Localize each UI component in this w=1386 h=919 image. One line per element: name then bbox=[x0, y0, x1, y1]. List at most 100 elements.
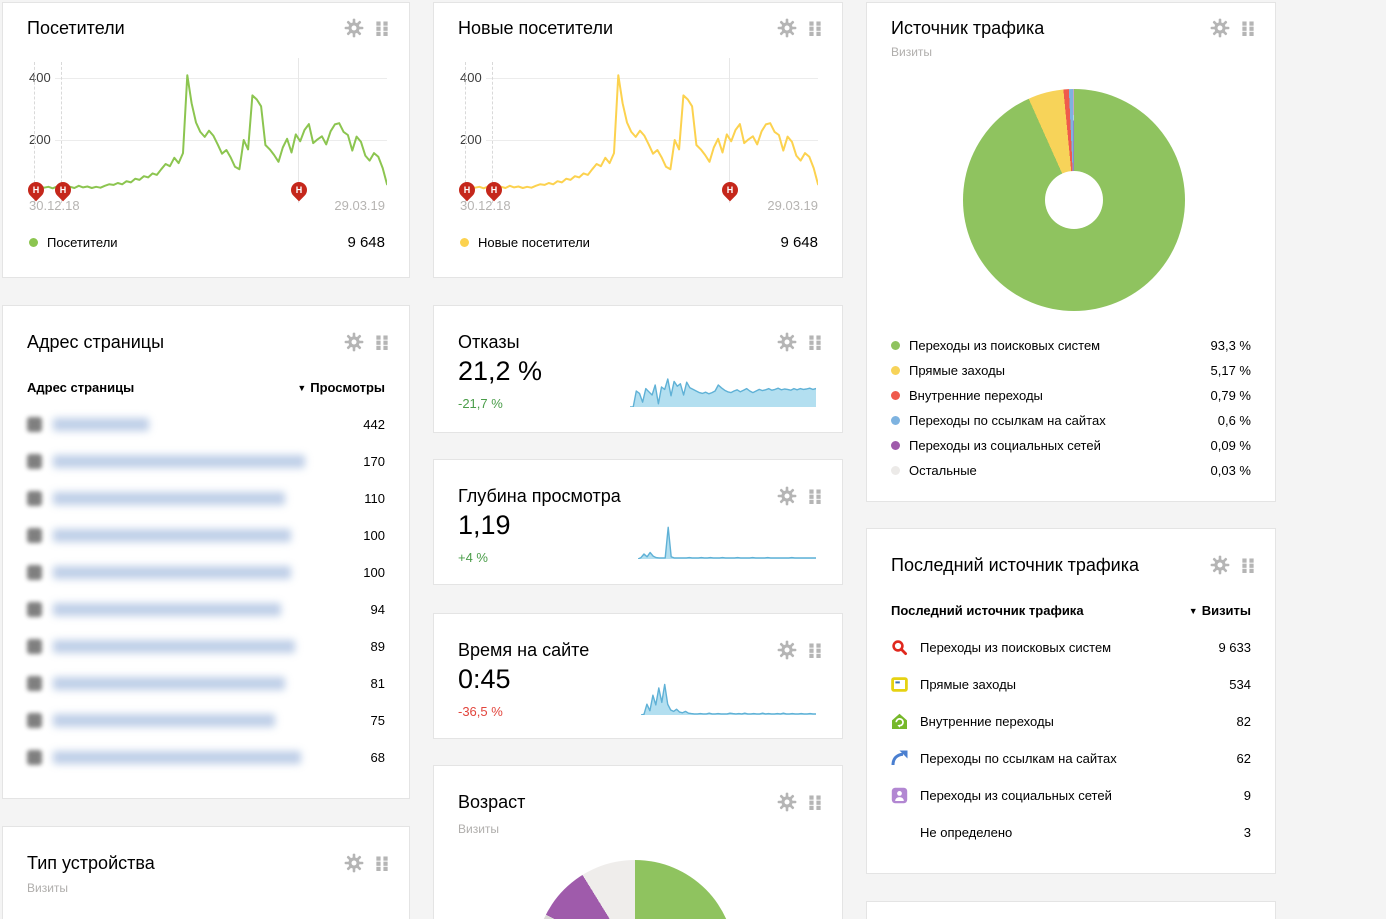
new-visitors-line-series bbox=[462, 74, 818, 190]
gear-icon[interactable] bbox=[344, 332, 364, 352]
page-url-link-blurred[interactable] bbox=[53, 714, 275, 727]
chart-legend[interactable]: Новые посетители 9 648 bbox=[460, 234, 818, 251]
x-axis-start: 30.12.18 bbox=[29, 198, 80, 213]
line-chart bbox=[462, 58, 818, 203]
column-url[interactable]: Адрес страницы bbox=[27, 380, 134, 395]
line-chart bbox=[31, 58, 387, 203]
legend-value: 0,79 % bbox=[1210, 388, 1251, 403]
table-row[interactable]: 100 bbox=[27, 554, 385, 591]
page-url-link-blurred[interactable] bbox=[53, 455, 305, 468]
page-url-link-blurred[interactable] bbox=[53, 603, 281, 616]
time-sparkline-series bbox=[641, 683, 816, 715]
legend-item[interactable]: Переходы из поисковых систем 93,3 % bbox=[891, 333, 1251, 358]
age-pie-chart[interactable] bbox=[535, 860, 735, 919]
expand-icon[interactable] bbox=[27, 565, 42, 580]
page-url-link-blurred[interactable] bbox=[53, 677, 285, 690]
source-label[interactable]: Прямые заходы bbox=[920, 677, 1016, 692]
table-row[interactable]: 442 bbox=[27, 406, 385, 443]
source-label[interactable]: Внутренние переходы bbox=[920, 714, 1054, 729]
expand-icon[interactable] bbox=[27, 676, 42, 691]
table-row[interactable]: 75 bbox=[27, 702, 385, 739]
traffic-source-donut-chart[interactable] bbox=[963, 89, 1185, 311]
table-row[interactable]: Внутренние переходы 82 bbox=[891, 703, 1251, 740]
table-row[interactable]: 68 bbox=[27, 739, 385, 776]
source-label[interactable]: Не определено bbox=[920, 825, 1012, 840]
legend-label: Переходы по ссылкам на сайтах bbox=[909, 413, 1106, 428]
legend-item[interactable]: Внутренние переходы 0,79 % bbox=[891, 383, 1251, 408]
page-url-link-blurred[interactable] bbox=[53, 640, 295, 653]
expand-icon[interactable] bbox=[27, 750, 42, 765]
drag-handle-icon[interactable] bbox=[808, 488, 822, 504]
chart-legend[interactable]: Посетители 9 648 bbox=[29, 234, 385, 251]
drag-handle-icon[interactable] bbox=[1241, 20, 1255, 36]
source-label[interactable]: Переходы из поисковых систем bbox=[920, 640, 1111, 655]
drag-handle-icon[interactable] bbox=[375, 334, 389, 350]
legend-total: 9 648 bbox=[347, 234, 385, 251]
table-row[interactable]: 81 bbox=[27, 665, 385, 702]
widget-actions bbox=[1210, 18, 1255, 38]
drag-handle-icon[interactable] bbox=[808, 794, 822, 810]
table-row[interactable]: Не определено 3 bbox=[891, 814, 1251, 851]
page-url-link-blurred[interactable] bbox=[53, 566, 291, 579]
table-row[interactable]: Переходы из поисковых систем 9 633 bbox=[891, 629, 1251, 666]
gear-icon[interactable] bbox=[777, 332, 797, 352]
table-row[interactable]: Переходы из социальных сетей 9 bbox=[891, 777, 1251, 814]
table-row[interactable]: 170 bbox=[27, 443, 385, 480]
gear-icon[interactable] bbox=[777, 18, 797, 38]
column-views[interactable]: ▼ Просмотры bbox=[297, 380, 385, 395]
gear-icon[interactable] bbox=[1210, 18, 1230, 38]
table-row[interactable]: Переходы по ссылкам на сайтах 62 bbox=[891, 740, 1251, 777]
widget-actions bbox=[344, 332, 389, 352]
source-label[interactable]: Переходы из социальных сетей bbox=[920, 788, 1112, 803]
expand-icon[interactable] bbox=[27, 528, 42, 543]
search-icon bbox=[891, 639, 908, 656]
expand-icon[interactable] bbox=[27, 454, 42, 469]
x-axis-labels: 30.12.18 29.03.19 bbox=[29, 198, 385, 213]
widget-title: Отказы bbox=[458, 332, 520, 352]
legend-dot bbox=[891, 416, 900, 425]
legend-value: 0,6 % bbox=[1217, 413, 1251, 428]
expand-icon[interactable] bbox=[27, 713, 42, 728]
legend-item[interactable]: Переходы по ссылкам на сайтах 0,6 % bbox=[891, 408, 1251, 433]
widget-title: Источник трафика bbox=[891, 18, 1045, 38]
visits-value: 534 bbox=[1229, 677, 1251, 692]
widget-actions bbox=[777, 640, 822, 660]
legend-item[interactable]: Прямые заходы 5,17 % bbox=[891, 358, 1251, 383]
drag-handle-icon[interactable] bbox=[808, 20, 822, 36]
gear-icon[interactable] bbox=[777, 792, 797, 812]
source-label[interactable]: Переходы по ссылкам на сайтах bbox=[920, 751, 1117, 766]
drag-handle-icon[interactable] bbox=[1241, 557, 1255, 573]
column-source[interactable]: Последний источник трафика bbox=[891, 603, 1084, 618]
drag-handle-icon[interactable] bbox=[375, 855, 389, 871]
expand-icon[interactable] bbox=[27, 417, 42, 432]
gear-icon[interactable] bbox=[344, 18, 364, 38]
expand-icon[interactable] bbox=[27, 602, 42, 617]
widget-traffic-source: Источник трафика Визиты Переходы из поис… bbox=[866, 2, 1276, 502]
visits-value: 62 bbox=[1236, 751, 1251, 766]
legend-item[interactable]: Остальные 0,03 % bbox=[891, 458, 1251, 483]
gear-icon[interactable] bbox=[777, 486, 797, 506]
table-row[interactable]: 110 bbox=[27, 480, 385, 517]
page-url-link-blurred[interactable] bbox=[53, 492, 285, 505]
page-url-link-blurred[interactable] bbox=[53, 418, 149, 431]
gear-icon[interactable] bbox=[1210, 555, 1230, 575]
expand-icon[interactable] bbox=[27, 639, 42, 654]
table-row[interactable]: Прямые заходы 534 bbox=[891, 666, 1251, 703]
column-visits[interactable]: ▼ Визиты bbox=[1189, 603, 1251, 618]
drag-handle-icon[interactable] bbox=[808, 642, 822, 658]
table-row[interactable]: 89 bbox=[27, 628, 385, 665]
table-row[interactable]: 94 bbox=[27, 591, 385, 628]
direct-icon bbox=[891, 676, 908, 693]
drag-handle-icon[interactable] bbox=[375, 20, 389, 36]
table-row[interactable]: 100 bbox=[27, 517, 385, 554]
gear-icon[interactable] bbox=[344, 853, 364, 873]
none-icon bbox=[891, 824, 908, 841]
page-url-link-blurred[interactable] bbox=[53, 529, 291, 542]
legend-item[interactable]: Переходы из социальных сетей 0,09 % bbox=[891, 433, 1251, 458]
legend-value: 0,09 % bbox=[1210, 438, 1251, 453]
drag-handle-icon[interactable] bbox=[808, 334, 822, 350]
widget-title: Тип устройства bbox=[27, 853, 155, 873]
expand-icon[interactable] bbox=[27, 491, 42, 506]
gear-icon[interactable] bbox=[777, 640, 797, 660]
page-url-link-blurred[interactable] bbox=[53, 751, 301, 764]
